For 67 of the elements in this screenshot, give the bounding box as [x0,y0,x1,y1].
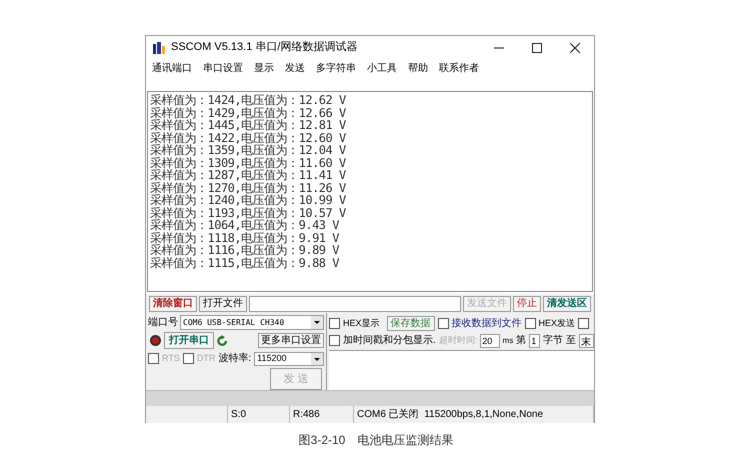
checkbox[interactable] [329,318,340,329]
checkbox[interactable] [148,353,159,364]
receive-line: 采样值为：1309,电压值为：11.60 V [150,156,347,169]
app-icon [152,40,166,54]
checkbox[interactable] [182,353,194,364]
checkbox-label: HEX发送 [538,316,576,330]
byte-from-field[interactable]: 1 [529,334,540,348]
receive-line: 采样值为：1115,电压值为：9.88 V [150,256,340,269]
byte-to-label: 至 [566,334,576,348]
clear-window-button[interactable]: 清除窗口 [149,296,197,312]
checkbox-label: HEX显示 [343,316,380,330]
receive-area[interactable] [147,91,593,292]
baud-value: 115200 [257,352,286,365]
status-text: COM6 已关闭 115200bps,8,1,None,None [354,406,594,423]
byte-label: 字节 [543,334,563,348]
status-text: R:486 [290,406,354,423]
checkbox-label: 加时间戳和分包显示. [343,334,436,348]
menu-item[interactable]: 通讯端口 [152,60,192,76]
checkbox[interactable] [438,318,449,329]
baud-label: 波特率: [218,352,252,366]
menu-item[interactable]: 帮助 [408,60,428,76]
menu-item[interactable]: 串口设置 [203,60,243,76]
receive-line: 采样值为：1064,电压值为：9.43 V [150,219,340,232]
byte-prefix: 第 [516,334,526,348]
timeout-label: 超时时间: [438,334,478,347]
timeout-field[interactable]: 20 [480,334,500,348]
menu-item[interactable]: 多字符串 [316,60,356,76]
close-icon [570,42,580,52]
checkbox[interactable] [578,318,590,329]
receive-line: 采样值为：1422,电压值为：12.60 V [150,132,347,144]
menu-item[interactable]: 发送 [285,60,305,76]
port-select[interactable]: COM6 USB-SERIAL CH340 [180,315,324,330]
port-label: 端口号 [148,316,178,330]
receive-line: 采样值为：1445,电压值为：12.81 V [150,119,347,132]
status-text: S:0 [228,406,290,423]
receive-line: 采样值为：1118,电压值为：9.91 V [150,232,340,244]
refresh-icon [217,334,228,346]
open-port-button[interactable]: 打开串口 [164,332,214,349]
receive-line: 采样值为：1287,电压值为：11.41 V [150,169,347,182]
checkbox-label: RTS [162,352,180,365]
file-path-field[interactable] [249,296,461,312]
receive-line: 采样值为：1429,电压值为：12.66 V [150,106,347,119]
stop-button[interactable]: 停止 [513,296,541,312]
checkbox-label: 接收数据到文件 [452,316,522,331]
receive-line: 采样值为：1270,电压值为：11.26 V [150,182,347,194]
checkbox-label: DTR [196,352,216,365]
timeout-unit: ms [502,334,514,346]
checkbox[interactable] [329,335,340,346]
menu-item[interactable]: 小工具 [367,60,397,76]
maximize-icon [532,42,542,52]
receive-line: 采样值为：1116,电压值为：9.89 V [150,244,340,256]
window-title: SSCOM V5.13.1 串口/网络数据调试器 [171,40,358,56]
port-value: COM6 USB-SERIAL CH340 [183,316,284,328]
save-data-button[interactable]: 保存数据 [386,316,435,331]
more-settings-button[interactable]: 更多串口设置 [258,333,324,348]
receive-line: 采样值为：1424,电压值为：12.62 V [150,94,347,106]
menu-item[interactable]: 显示 [254,60,274,76]
baud-select[interactable]: 115200 [254,352,324,366]
byte-to-field[interactable]: 末 [579,334,594,348]
figure-caption: 图3-2-10 电池电压监测结果 [298,432,454,449]
receive-line: 采样值为：1359,电压值为：12.04 V [150,144,347,156]
receive-line: 采样值为：1240,电压值为：10.99 V [150,194,347,206]
checkbox[interactable] [524,318,536,329]
clear-send-button[interactable]: 清发送区 [543,296,591,312]
receive-line: 采样值为：1193,电压值为：10.57 V [150,206,347,219]
menu-item[interactable]: 联系作者 [439,60,479,76]
open-file-button[interactable]: 打开文件 [199,296,247,312]
